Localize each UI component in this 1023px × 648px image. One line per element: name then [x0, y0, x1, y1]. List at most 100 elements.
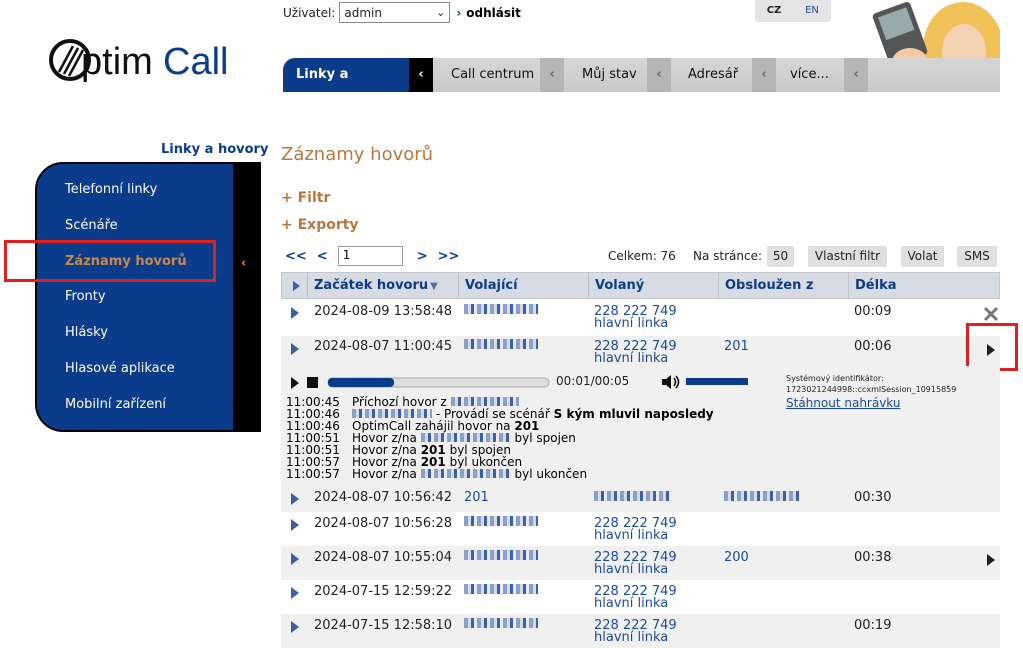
table-row[interactable]: 2024-08-07 10:55:04 228 222 749 hlavní l…	[281, 546, 1000, 580]
call-button[interactable]: Volat	[901, 246, 944, 267]
call-detail-panel: 00:01/00:05 Systémový identifikátor: 172…	[281, 366, 1000, 486]
redacted-number	[464, 516, 538, 526]
expand-row-icon[interactable]	[290, 518, 300, 532]
sidebar-item-telefonni-linky[interactable]: Telefonní linky	[65, 182, 157, 197]
expand-row-icon[interactable]	[290, 342, 300, 356]
cell-served[interactable]: 201	[724, 339, 749, 354]
log-text: byl spojen	[514, 431, 576, 445]
sms-button[interactable]: SMS	[957, 246, 997, 267]
redacted-number	[594, 491, 670, 501]
pager-first[interactable]: <<	[285, 249, 307, 264]
filter-toggle[interactable]: + Filtr	[281, 190, 330, 206]
logout-link[interactable]: › odhlásit	[456, 6, 521, 20]
system-id-value: 1723021244998::ccxmlSession_10915859	[786, 385, 957, 394]
cell-called-sub: hlavní linka	[594, 528, 669, 543]
expand-row-icon[interactable]	[290, 552, 300, 566]
cell-caller[interactable]: 201	[464, 490, 489, 505]
table-row[interactable]: 2024-07-15 12:59:22 228 222 749 hlavní l…	[281, 580, 1000, 614]
cell-called-sub: hlavní linka	[594, 562, 669, 577]
page-input[interactable]: 1	[337, 246, 403, 266]
table-row[interactable]: 2024-08-07 11:00:45 228 222 749 hlavní l…	[281, 336, 1000, 366]
col-served[interactable]: Obsloužen z	[725, 278, 813, 293]
volume-slider[interactable]	[686, 378, 748, 385]
table-row[interactable]: 2024-07-15 12:58:10 228 222 749 hlavní l…	[281, 614, 1000, 648]
pager-next[interactable]: >	[417, 249, 428, 264]
play-icon[interactable]	[987, 554, 995, 566]
redacted-number	[352, 409, 432, 418]
cell-served[interactable]: 200	[724, 550, 749, 565]
col-start[interactable]: Začátek hovoru ▼	[314, 278, 438, 293]
volume-icon[interactable]	[661, 374, 681, 394]
column-divider	[458, 272, 459, 299]
cell-called-sub: hlavní linka	[594, 316, 669, 331]
column-divider	[588, 272, 589, 299]
tab-linky-a-hovory[interactable]: Linky a hovory	[283, 58, 409, 116]
cell-start: 2024-07-15 12:59:22	[314, 584, 453, 599]
play-icon[interactable]	[291, 377, 299, 389]
logout-label: odhlásit	[466, 5, 521, 20]
stop-icon[interactable]	[307, 377, 318, 388]
expand-row-icon[interactable]	[290, 492, 300, 506]
user-label: Uživatel:	[283, 5, 336, 20]
log-text: Hovor z/na	[352, 467, 417, 481]
sidebar-item-hlasove-aplikace[interactable]: Hlasové aplikace	[65, 361, 175, 376]
per-page-select[interactable]: 50	[767, 246, 794, 267]
log-text: byl ukončen	[514, 467, 588, 481]
sidebar-item-hlasky[interactable]: Hlásky	[65, 325, 108, 340]
optimcall-logo[interactable]: ptim Call	[45, 36, 255, 98]
tab-vice[interactable]: více...	[790, 58, 829, 92]
sidebar-item-fronty[interactable]: Fronty	[65, 289, 106, 304]
pager-prev[interactable]: <	[317, 249, 328, 264]
cell-duration: 00:19	[854, 618, 892, 633]
col-called[interactable]: Volaný	[595, 278, 644, 293]
lang-cz[interactable]: CZ	[755, 0, 793, 22]
column-divider	[718, 272, 719, 299]
main-tabs: Linky a hovory ‹ Call centrum ‹ Můj stav…	[283, 58, 1000, 116]
call-log: 11:00:45 Příchozí hovor z 11:00:46 - Prov…	[286, 396, 714, 480]
pager-last[interactable]: >>	[438, 249, 460, 264]
cell-start: 2024-08-07 10:56:28	[314, 516, 453, 531]
tab-muj-stav[interactable]: Můj stav	[582, 58, 637, 92]
cell-start: 2024-08-09 13:58:48	[314, 304, 453, 319]
download-recording-link[interactable]: Stáhnout nahrávku	[786, 396, 901, 410]
cell-called-sub: hlavní linka	[594, 351, 669, 366]
redacted-number	[464, 618, 538, 628]
col-duration[interactable]: Délka	[855, 278, 896, 293]
exports-toggle[interactable]: + Exporty	[281, 217, 359, 233]
user-row: Uživatel: admin ⌄ › odhlásit	[283, 2, 521, 23]
chevron-left-icon[interactable]: ‹	[844, 58, 868, 92]
highlight-box	[4, 240, 216, 282]
sidebar: Telefonní linky Scénáře Záznamy hovorů F…	[35, 162, 261, 432]
custom-filter-button[interactable]: Vlastní filtr	[808, 246, 887, 267]
sidebar-title: Linky a hovory	[161, 142, 269, 157]
redacted-number	[464, 304, 538, 314]
cell-called-sub: hlavní linka	[594, 630, 669, 645]
redacted-number	[420, 433, 511, 442]
col-caller[interactable]: Volající	[465, 278, 518, 293]
chevron-left-icon[interactable]: ‹	[409, 58, 433, 92]
chevron-left-icon[interactable]: ‹	[647, 58, 671, 92]
sidebar-strip: ‹	[233, 164, 259, 430]
expand-row-icon[interactable]	[290, 586, 300, 600]
table-row[interactable]: 2024-08-07 10:56:42 201 00:30	[281, 486, 1000, 512]
expand-all-icon[interactable]	[291, 279, 301, 293]
audio-player	[291, 377, 550, 389]
expand-row-icon[interactable]	[290, 620, 300, 634]
user-select[interactable]: admin ⌄	[339, 2, 451, 23]
tab-call-centrum[interactable]: Call centrum	[451, 58, 534, 92]
cell-start: 2024-08-07 10:56:42	[314, 490, 453, 505]
sidebar-item-scenare[interactable]: Scénáře	[65, 218, 118, 233]
table-row[interactable]: 2024-08-07 10:56:28 228 222 749 hlavní l…	[281, 512, 1000, 546]
language-switch: CZ EN	[755, 0, 831, 22]
chevron-left-icon[interactable]: ‹	[540, 58, 564, 92]
per-page-label: Na stránce:	[693, 249, 763, 263]
chevron-left-icon[interactable]: ‹	[752, 58, 776, 92]
table-row[interactable]: 2024-08-09 13:58:48 228 222 749 hlavní l…	[281, 300, 1000, 336]
tab-adresar[interactable]: Adresář	[688, 58, 738, 92]
pager: << < 1 > >>	[285, 246, 469, 266]
lang-en[interactable]: EN	[793, 0, 831, 22]
sidebar-item-mobilni-zarizeni[interactable]: Mobilní zařízení	[65, 397, 166, 412]
expand-row-icon[interactable]	[290, 306, 300, 320]
cell-duration: 00:30	[854, 490, 892, 505]
cell-start: 2024-08-07 11:00:45	[314, 339, 453, 354]
